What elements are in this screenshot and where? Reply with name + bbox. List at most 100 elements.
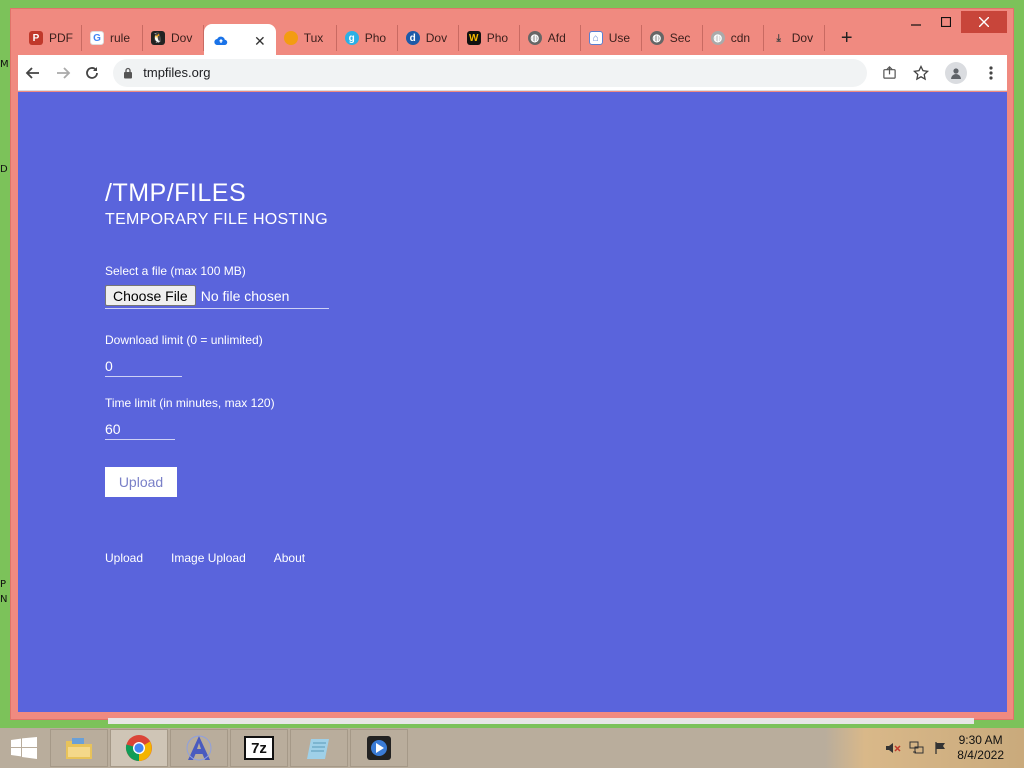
reload-button[interactable] — [78, 57, 108, 89]
desktop-icon-label-fragment: M — [0, 59, 9, 70]
bookmark-button[interactable] — [905, 57, 937, 89]
taskbar-chrome[interactable] — [110, 729, 168, 767]
tab-label: rule — [110, 31, 131, 45]
cloud-upload-icon — [214, 34, 228, 48]
tab-label: Use — [608, 31, 631, 45]
page-content: /TMP/FILES TEMPORARY FILE HOSTING Select… — [18, 92, 1007, 712]
footer-link-upload[interactable]: Upload — [105, 551, 143, 565]
page-title: /TMP/FILES — [105, 179, 247, 207]
network-button[interactable] — [909, 740, 925, 756]
action-center-button[interactable] — [933, 740, 949, 756]
upload-button[interactable]: Upload — [105, 467, 177, 497]
desktop-icon-label-fragment: P — [0, 579, 7, 590]
tab-label: Pho — [486, 31, 509, 45]
desktop-icon-label-fragment: N — [0, 594, 8, 605]
horizontal-scrollbar[interactable] — [108, 718, 974, 724]
pdf-icon: P — [29, 31, 43, 45]
download-limit-input[interactable] — [105, 355, 182, 377]
orange-circle-icon — [283, 31, 298, 45]
url-text[interactable]: tmpfiles.org — [143, 65, 210, 80]
new-tab-button[interactable]: + — [835, 26, 859, 50]
network-icon — [909, 741, 924, 754]
tab-pdf[interactable]: P PDF — [21, 25, 82, 51]
forward-button[interactable] — [48, 57, 78, 89]
taskbar-media[interactable] — [350, 729, 408, 767]
file-status-text: No file chosen — [200, 287, 290, 304]
globe-icon: ◍ — [710, 31, 725, 45]
tab-dov-3[interactable]: ⤓ Dov — [764, 25, 825, 51]
system-clock[interactable]: 9:30 AM 8/4/2022 — [957, 733, 1004, 763]
volume-muted-button[interactable] — [885, 740, 901, 756]
maximize-button[interactable] — [931, 11, 961, 33]
d-badge-icon: d — [405, 31, 420, 45]
taskbar-file-explorer[interactable] — [50, 729, 108, 767]
reload-icon — [86, 66, 99, 79]
toolbar-actions — [873, 57, 1007, 89]
taskbar-app-a[interactable] — [170, 729, 228, 767]
tab-list: P PDF G rule 🐧 Dov ✕ Tux g Pho d Dov W P… — [21, 23, 859, 58]
file-input[interactable]: Choose File No file chosen — [105, 283, 329, 309]
share-button[interactable] — [873, 57, 905, 89]
download-limit-label: Download limit (0 = unlimited) — [105, 333, 263, 347]
close-tab-icon[interactable]: ✕ — [254, 33, 266, 50]
tab-afd[interactable]: ◍ Afd — [520, 25, 581, 51]
taskbar-notepad[interactable] — [290, 729, 348, 767]
w-badge-icon: W — [466, 31, 481, 45]
home-icon: ⌂ — [588, 31, 603, 45]
download-icon: ⤓ — [776, 32, 781, 44]
taskbar: 7z 9:30 AM 8/4/2022 — [0, 728, 1024, 768]
back-button[interactable] — [18, 57, 48, 89]
tab-tmpfiles[interactable]: ✕ — [204, 24, 276, 58]
time-limit-label: Time limit (in minutes, max 120) — [105, 396, 275, 410]
globe-icon: ◍ — [527, 31, 542, 45]
tab-dov[interactable]: 🐧 Dov — [143, 25, 204, 51]
taskbar-7zip[interactable]: 7z — [230, 729, 288, 767]
minimize-button[interactable] — [901, 11, 931, 33]
window-controls — [901, 11, 1007, 33]
tab-pho[interactable]: g Pho — [337, 25, 398, 51]
tab-use[interactable]: ⌂ Use — [581, 25, 642, 51]
tab-label: Afd — [547, 31, 566, 45]
desktop-icon-label-fragment: D — [0, 164, 8, 175]
clock-date: 8/4/2022 — [957, 748, 1004, 762]
tab-cdn[interactable]: ◍ cdn — [703, 25, 764, 51]
clock-time: 9:30 AM — [958, 733, 1003, 747]
penguin-icon: 🐧 — [151, 31, 165, 45]
globe-icon: ◍ — [649, 31, 664, 45]
chrome-icon — [125, 735, 152, 761]
media-icon — [367, 736, 391, 760]
profile-button[interactable] — [945, 61, 967, 84]
tab-label: Pho — [364, 31, 387, 45]
address-bar[interactable]: tmpfiles.org — [113, 58, 867, 87]
share-icon — [882, 66, 896, 79]
tab-dov-2[interactable]: d Dov — [398, 25, 459, 51]
footer-link-image-upload[interactable]: Image Upload — [171, 551, 246, 565]
windows-logo-icon — [11, 737, 37, 759]
tab-label: Dov — [425, 31, 448, 45]
minimize-icon — [911, 24, 921, 26]
forward-arrow-icon — [56, 66, 70, 79]
tab-google[interactable]: G rule — [82, 25, 143, 51]
choose-file-button[interactable]: Choose File — [105, 285, 196, 306]
person-icon — [951, 67, 961, 79]
file-field-label: Select a file (max 100 MB) — [105, 264, 246, 278]
tab-pho-2[interactable]: W Pho — [459, 25, 520, 51]
system-tray: 9:30 AM 8/4/2022 — [825, 728, 1024, 768]
tab-label: Sec — [669, 31, 691, 45]
lock-icon[interactable] — [123, 67, 133, 79]
menu-button[interactable] — [975, 57, 1007, 89]
speaker-muted-icon — [886, 743, 901, 753]
close-icon — [979, 17, 989, 27]
tab-sec[interactable]: ◍ Sec — [642, 25, 703, 51]
tab-tux[interactable]: Tux — [276, 25, 337, 51]
tab-label: Dov — [791, 31, 814, 45]
flag-icon — [935, 742, 946, 754]
notepad-icon — [307, 739, 329, 759]
close-window-button[interactable] — [961, 11, 1007, 33]
footer-link-about[interactable]: About — [274, 551, 305, 565]
tab-label: PDF — [49, 31, 73, 45]
start-button[interactable] — [0, 728, 48, 768]
browser-toolbar: tmpfiles.org — [18, 55, 1007, 91]
footer-nav: Upload Image Upload About — [105, 551, 333, 565]
time-limit-input[interactable] — [105, 418, 175, 440]
